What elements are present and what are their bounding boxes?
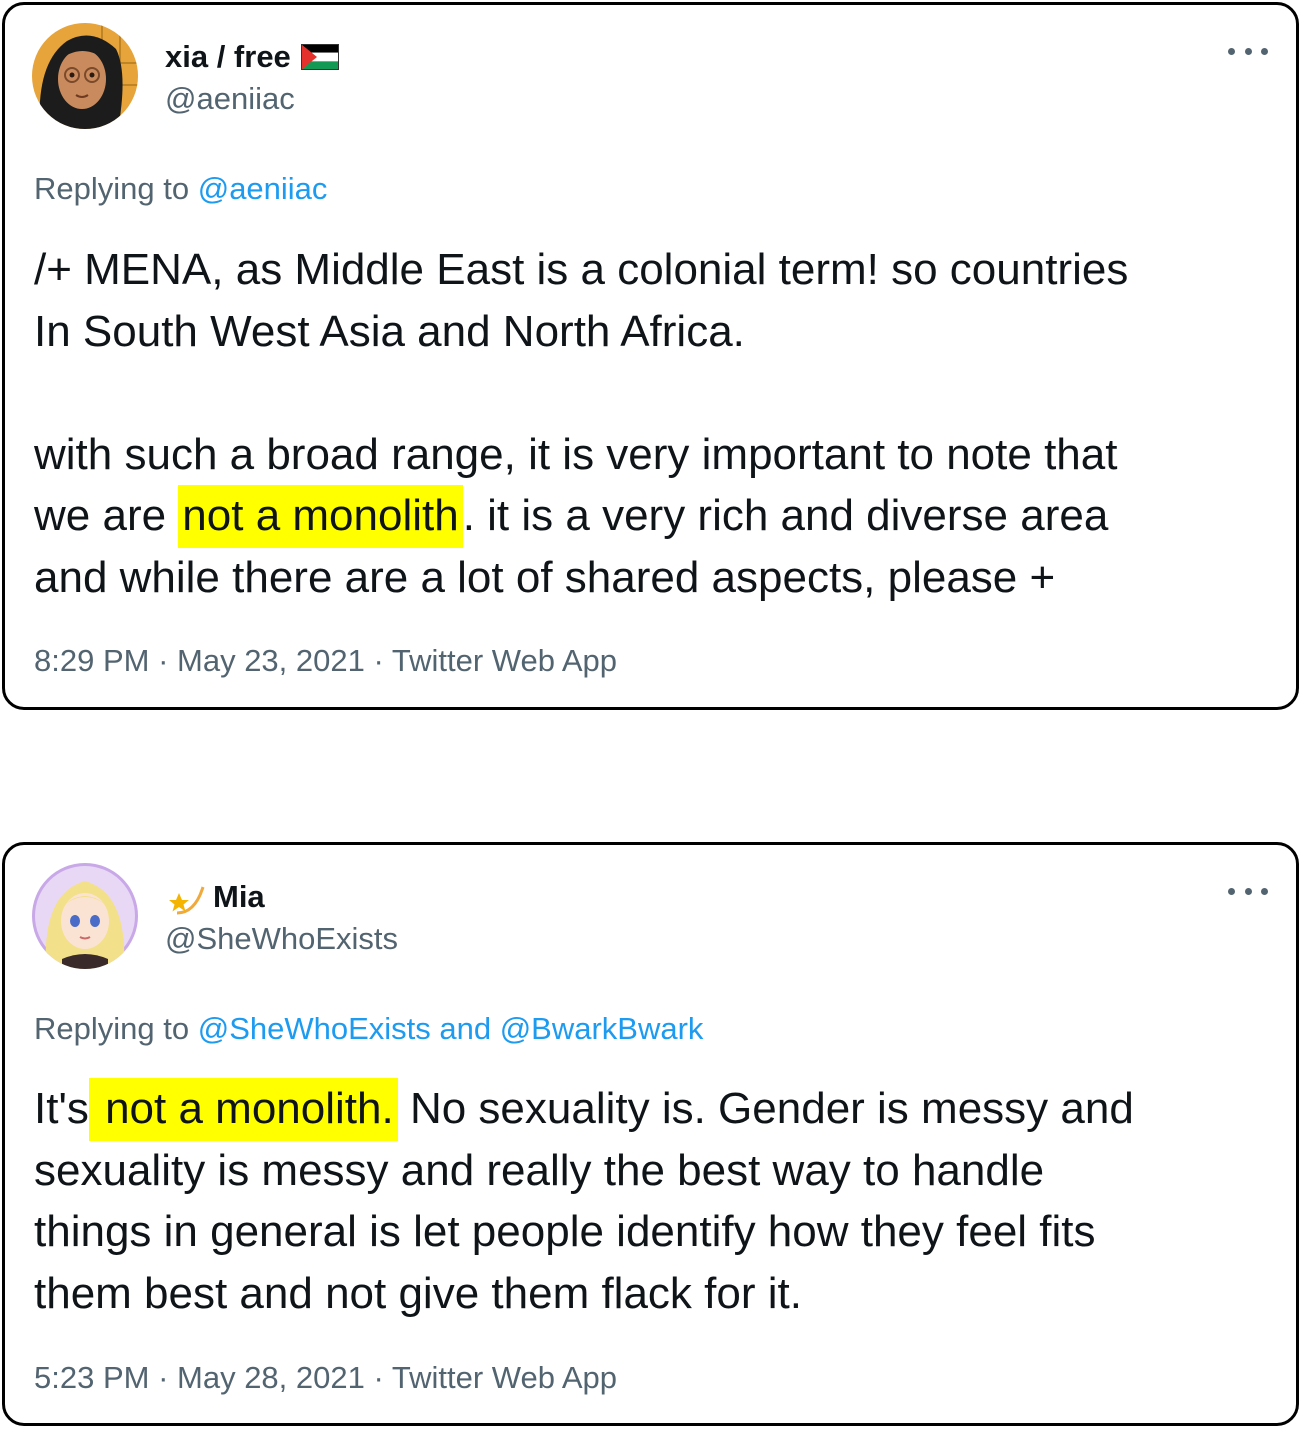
tweet-date[interactable]: May 23, 2021 — [177, 643, 365, 678]
text-line: It's not a monolith. No sexuality is. Ge… — [34, 1078, 1256, 1141]
avatar[interactable] — [32, 23, 138, 129]
text-segment: No sexuality is. Gender is messy and — [397, 1084, 1134, 1133]
tweet-date[interactable]: May 28, 2021 — [177, 1360, 365, 1395]
meta-separator: · — [149, 643, 178, 678]
user-handle[interactable]: @SheWhoExists — [165, 921, 398, 957]
display-name[interactable]: Mia — [213, 879, 265, 915]
meta-separator: · — [149, 1360, 178, 1395]
replying-to: Replying to @SheWhoExists and @BwarkBwar… — [34, 1011, 703, 1047]
avatar[interactable] — [32, 863, 138, 969]
tweet-text: It's not a monolith. No sexuality is. Ge… — [34, 1078, 1256, 1324]
text-line: we are not a monolith. it is a very rich… — [34, 485, 1256, 548]
tweet-client: Twitter Web App — [391, 643, 618, 678]
tweet-text: /+ MENA, as Middle East is a colonial te… — [34, 239, 1256, 608]
tweet-meta: 8:29 PM · May 23, 2021 · Twitter Web App — [34, 643, 617, 679]
reply-mention-link[interactable]: @SheWhoExists and @BwarkBwark — [198, 1011, 704, 1046]
replying-prefix: Replying to — [34, 171, 198, 206]
highlighted-text: not a monolith. — [88, 1078, 398, 1141]
tweet-meta: 5:23 PM · May 28, 2021 · Twitter Web App — [34, 1360, 617, 1396]
tweet-time[interactable]: 5:23 PM — [34, 1360, 149, 1395]
text-segment: . it is a very rich and diverse area — [462, 491, 1109, 540]
meta-separator: · — [364, 643, 392, 678]
author-row: xia / free — [165, 37, 339, 77]
highlighted-text: not a monolith — [178, 485, 463, 548]
text-line: them best and not give them flack for it… — [34, 1268, 802, 1318]
author-row: Mia — [165, 877, 265, 917]
text-line: /+ MENA, as Middle East is a colonial te… — [34, 245, 1129, 294]
text-line: things in general is let people identify… — [34, 1207, 1096, 1256]
tweet-card[interactable]: xia / free @aeniiac Replying to @aeniiac… — [2, 2, 1299, 710]
text-segment: It's — [34, 1084, 89, 1133]
more-icon[interactable] — [1228, 39, 1268, 63]
tweet-time[interactable]: 8:29 PM — [34, 643, 149, 678]
reply-mention-link[interactable]: @aeniiac — [198, 171, 328, 206]
text-line: In South West Asia and North Africa. — [34, 306, 745, 356]
text-line: and while there are a lot of shared aspe… — [34, 552, 1056, 602]
palestine-flag-icon — [300, 44, 339, 70]
more-icon[interactable] — [1228, 879, 1268, 903]
user-handle[interactable]: @aeniiac — [165, 81, 295, 117]
tweet-client: Twitter Web App — [391, 1360, 618, 1395]
replying-to: Replying to @aeniiac — [34, 171, 327, 207]
shooting-star-icon — [165, 879, 205, 915]
text-line: sexuality is messy and really the best w… — [34, 1145, 1045, 1195]
meta-separator: · — [364, 1360, 392, 1395]
display-name[interactable]: xia / free — [165, 39, 291, 75]
replying-prefix: Replying to — [34, 1011, 198, 1046]
text-segment: we are — [34, 491, 179, 540]
text-line: with such a broad range, it is very impo… — [34, 429, 1118, 479]
tweet-card[interactable]: Mia @SheWhoExists Replying to @SheWhoExi… — [2, 842, 1299, 1426]
